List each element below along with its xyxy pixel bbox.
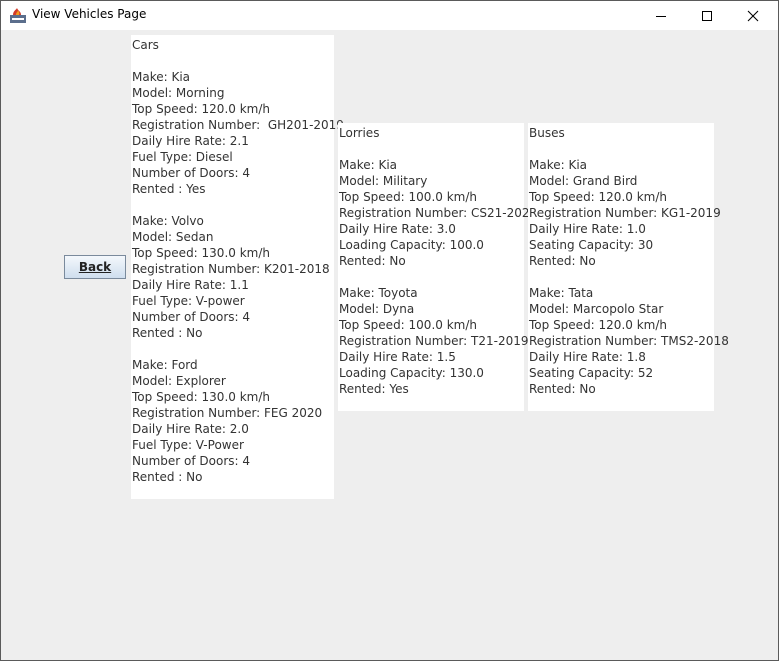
lorries-heading: Lorries bbox=[339, 126, 380, 140]
maximize-icon bbox=[702, 10, 712, 21]
vehicle-info-line: Make: Kia bbox=[132, 70, 191, 84]
vehicle-info-line bbox=[529, 269, 714, 285]
vehicle-info-line: Registration Number: GH201-2019 bbox=[132, 118, 344, 132]
lorries-lines: Make: Kia Model: Military Top Speed: 100.0… bbox=[339, 141, 538, 397]
vehicle-info-line: Daily Hire Rate: 2.1 bbox=[132, 134, 249, 148]
vehicle-info-line: Registration Number: TMS2-2018 bbox=[529, 334, 729, 348]
vehicle-info-line: Daily Hire Rate: 1.8 bbox=[529, 350, 646, 364]
vehicle-info-line: Make: Toyota bbox=[339, 286, 418, 300]
vehicle-info-line: Fuel Type: V-Power bbox=[132, 438, 244, 452]
vehicle-info-line: Daily Hire Rate: 1.5 bbox=[339, 350, 456, 364]
vehicle-info-line: Rented : No bbox=[132, 326, 203, 340]
vehicle-info-line: Make: Volvo bbox=[132, 214, 204, 228]
vehicle-info-line: Loading Capacity: 130.0 bbox=[339, 366, 484, 380]
buses-panel: Buses Make: Kia Model: Grand Bird Top Spee… bbox=[528, 123, 729, 411]
vehicle-info-line: Make: Tata bbox=[529, 286, 594, 300]
vehicle-info-line: Top Speed: 100.0 km/h bbox=[339, 190, 477, 204]
title-bar[interactable]: View Vehicles Page bbox=[1, 1, 778, 30]
vehicle-info-line: Registration Number: T21-2019 bbox=[339, 334, 529, 348]
vehicle-info-line: Number of Doors: 4 bbox=[132, 166, 251, 180]
app-window: View Vehicles Page Back Cars Make: Kia Mo… bbox=[0, 0, 779, 661]
vehicle-info-line: Registration Number: K201-2018 bbox=[132, 262, 330, 276]
vehicle-info-line: Loading Capacity: 100.0 bbox=[339, 238, 484, 252]
vehicle-info-line: Fuel Type: V-power bbox=[132, 294, 245, 308]
vehicle-info-line bbox=[132, 341, 334, 357]
vehicle-info-line: Make: Kia bbox=[529, 158, 588, 172]
vehicle-info-line: Rented: No bbox=[339, 254, 406, 268]
vehicle-info-line: Top Speed: 120.0 km/h bbox=[529, 318, 667, 332]
buses-heading: Buses bbox=[529, 126, 565, 140]
cars-panel: Cars Make: Kia Model: Morning Top Speed: 1… bbox=[131, 35, 344, 499]
vehicle-info-line: Model: Dyna bbox=[339, 302, 415, 316]
maximize-button[interactable] bbox=[684, 1, 730, 30]
close-icon bbox=[747, 10, 759, 21]
vehicle-info-line: Top Speed: 100.0 km/h bbox=[339, 318, 477, 332]
vehicle-info-line: Model: Sedan bbox=[132, 230, 214, 244]
vehicle-info-line: Make: Kia bbox=[339, 158, 398, 172]
vehicle-info-line: Make: Ford bbox=[132, 358, 198, 372]
vehicle-info-line: Registration Number: FEG 2020 bbox=[132, 406, 323, 420]
minimize-icon bbox=[656, 15, 666, 17]
vehicle-info-line: Model: Explorer bbox=[132, 374, 226, 388]
content-pane: Back Cars Make: Kia Model: Morning Top Spe… bbox=[1, 30, 778, 660]
vehicle-info-line: Model: Marcopolo Star bbox=[529, 302, 664, 316]
minimize-button[interactable] bbox=[638, 1, 684, 30]
vehicle-info-line: Daily Hire Rate: 3.0 bbox=[339, 222, 456, 236]
vehicle-info-line: Fuel Type: Diesel bbox=[132, 150, 233, 164]
vehicle-info-line: Registration Number: KG1-2019 bbox=[529, 206, 721, 220]
cars-heading: Cars bbox=[132, 38, 159, 52]
buses-lines: Make: Kia Model: Grand Bird Top Speed: 120… bbox=[529, 141, 729, 397]
vehicle-info-line: Number of Doors: 4 bbox=[132, 454, 251, 468]
vehicle-info-line bbox=[529, 141, 714, 157]
vehicle-info-line bbox=[339, 269, 524, 285]
vehicle-info-line: Top Speed: 120.0 km/h bbox=[132, 102, 270, 116]
vehicle-info-line: Top Speed: 120.0 km/h bbox=[529, 190, 667, 204]
close-button[interactable] bbox=[730, 1, 776, 30]
vehicle-info-line: Rented: No bbox=[529, 382, 596, 396]
vehicle-info-line: Model: Military bbox=[339, 174, 428, 188]
lorries-panel: Lorries Make: Kia Model: Military Top Spee… bbox=[338, 123, 538, 411]
vehicle-info-line: Registration Number: CS21-2020 bbox=[339, 206, 538, 220]
vehicle-info-line: Top Speed: 130.0 km/h bbox=[132, 390, 270, 404]
vehicle-info-line: Rented : Yes bbox=[132, 182, 206, 196]
vehicle-info-line: Seating Capacity: 30 bbox=[529, 238, 654, 252]
vehicle-info-line: Daily Hire Rate: 2.0 bbox=[132, 422, 249, 436]
vehicle-info-line: Top Speed: 130.0 km/h bbox=[132, 246, 270, 260]
vehicle-info-line bbox=[132, 197, 334, 213]
vehicle-info-line: Model: Grand Bird bbox=[529, 174, 638, 188]
java-app-icon bbox=[9, 6, 27, 24]
vehicle-info-line: Rented: No bbox=[529, 254, 596, 268]
vehicle-info-line: Seating Capacity: 52 bbox=[529, 366, 654, 380]
vehicle-info-line: Model: Morning bbox=[132, 86, 225, 100]
vehicle-info-line bbox=[132, 53, 334, 69]
cars-lines: Make: Kia Model: Morning Top Speed: 120.0 … bbox=[132, 53, 344, 485]
vehicle-info-line: Rented: Yes bbox=[339, 382, 409, 396]
vehicle-info-line: Rented : No bbox=[132, 470, 203, 484]
vehicle-info-line: Daily Hire Rate: 1.0 bbox=[529, 222, 646, 236]
vehicle-info-line bbox=[339, 141, 524, 157]
window-title: View Vehicles Page bbox=[32, 7, 147, 21]
back-button[interactable]: Back bbox=[64, 255, 126, 279]
vehicle-info-line: Daily Hire Rate: 1.1 bbox=[132, 278, 249, 292]
vehicle-info-line: Number of Doors: 4 bbox=[132, 310, 251, 324]
